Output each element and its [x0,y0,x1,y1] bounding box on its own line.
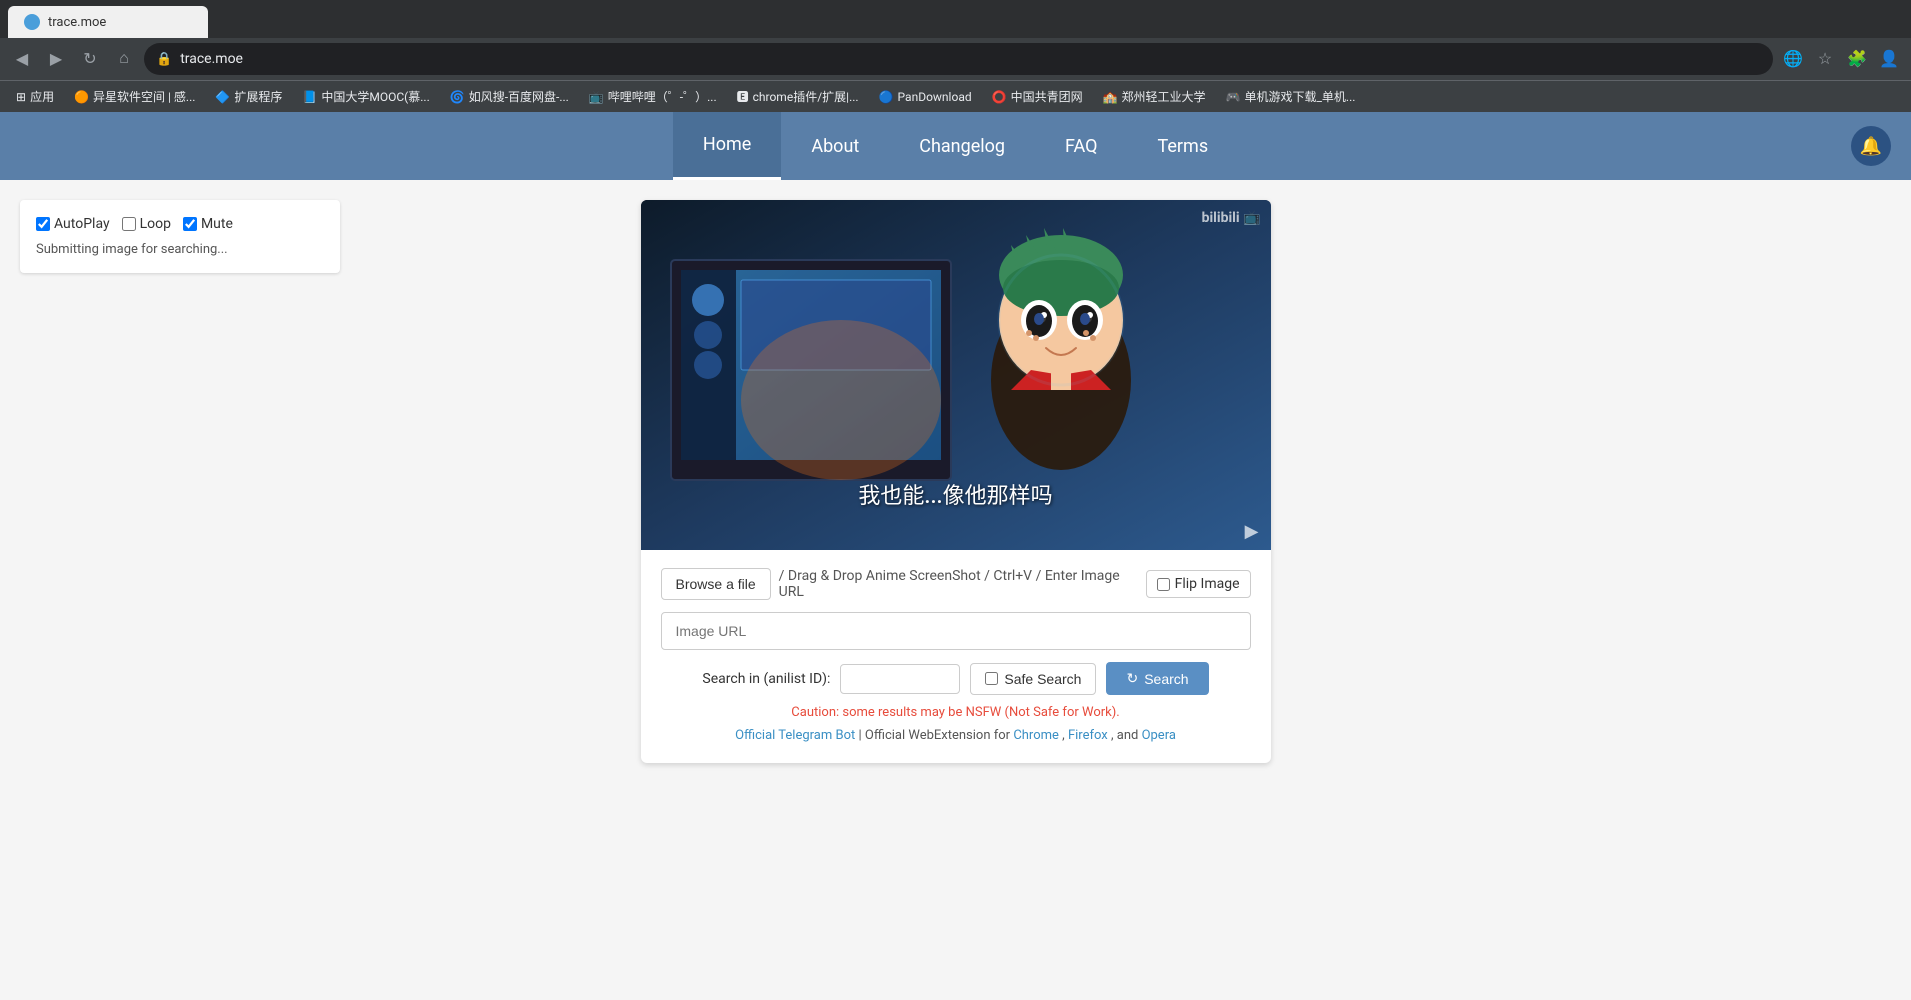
link-separator: | Official WebExtension for [859,728,1014,743]
sidebar-panel: AutoPlay Loop Mute Submitting image for … [20,200,340,273]
telegram-link[interactable]: Official Telegram Bot [735,728,858,743]
bookmark-icon-1: 🟠 [74,90,89,104]
mute-label[interactable]: Mute [183,216,233,232]
chrome-link[interactable]: Chrome [1013,728,1062,743]
drop-hint: / Drag & Drop Anime ScreenShot / Ctrl+V … [779,568,1138,600]
status-text: Submitting image for searching... [36,242,324,257]
bookmark-icon-5: 📺 [589,90,604,104]
active-tab[interactable]: trace.moe [8,6,208,38]
bookmark-star-icon[interactable]: ☆ [1811,45,1839,73]
links-row: Official Telegram Bot | Official WebExte… [661,728,1251,743]
bookmark-icon-4: 🌀 [450,90,465,104]
bookmarks-bar: ⊞ 应用 🟠 异星软件空间 | 感... 🔷 扩展程序 📘 中国大学MOOC(慕… [0,80,1911,112]
play-icon: ▶ [1245,521,1259,542]
comma-separator: , [1062,728,1065,743]
bookmark-6[interactable]: 🅴 chrome插件/扩展|... [729,86,867,107]
firefox-link[interactable]: Firefox [1068,728,1111,743]
toolbar-icons: 🌐 ☆ 🧩 👤 [1779,45,1903,73]
nav-about[interactable]: About [781,112,889,180]
nav-home[interactable]: Home [673,112,781,180]
bilibili-logo: bilibili 📺 [1202,210,1261,226]
browse-file-button[interactable]: Browse a file [661,568,771,600]
nav-changelog[interactable]: Changelog [889,112,1035,180]
image-url-input[interactable] [661,612,1251,650]
bookmark-icon-6: 🅴 [737,88,749,105]
tab-favicon [24,14,40,30]
url-text: trace.moe [180,51,243,67]
loop-checkbox[interactable] [122,217,136,231]
search-options-row: Search in (anilist ID): Safe Search ↻ Se… [661,662,1251,695]
safe-search-checkbox[interactable] [985,672,998,685]
translate-icon[interactable]: 🌐 [1779,45,1807,73]
profile-icon[interactable]: 👤 [1875,45,1903,73]
bookmark-icon-3: 📘 [302,90,317,104]
search-button[interactable]: ↻ Search [1106,662,1208,695]
flip-image-checkbox[interactable] [1157,578,1170,591]
tab-title: trace.moe [48,15,106,30]
nav-terms[interactable]: Terms [1128,112,1239,180]
bookmark-7[interactable]: 🔵 PanDownload [871,88,980,106]
bookmark-icon-2: 🔷 [215,90,230,104]
safe-search-button[interactable]: Safe Search [970,663,1096,695]
bookmark-8[interactable]: ⭕ 中国共青团网 [984,86,1091,107]
bookmark-9[interactable]: 🏫 郑州轻工业大学 [1095,86,1214,107]
lock-icon: 🔒 [156,52,172,67]
page-content: Home About Changelog FAQ Terms 🔔 AutoPla… [0,112,1911,1000]
bookmark-icon-9: 🏫 [1103,90,1118,104]
bookmark-4[interactable]: 🌀 如风搜-百度网盘-... [442,86,577,107]
autoplay-label[interactable]: AutoPlay [36,216,110,232]
video-controls-icon[interactable]: ▶ [1245,521,1259,542]
notification-button[interactable]: 🔔 [1851,126,1891,166]
bookmark-5[interactable]: 📺 哔哩哔哩（゜-゜）... [581,86,725,107]
caution-text: Caution: some results may be NSFW (Not S… [661,705,1251,720]
opera-link[interactable]: Opera [1142,728,1176,743]
main-area: AutoPlay Loop Mute Submitting image for … [0,180,1911,783]
forward-button[interactable]: ▶ [42,45,70,73]
bookmark-2[interactable]: 🔷 扩展程序 [207,86,290,107]
bookmark-icon-10: 🎮 [1226,90,1241,104]
apps-icon: ⊞ [16,90,26,104]
extensions-icon[interactable]: 🧩 [1843,45,1871,73]
home-button[interactable]: ⌂ [110,45,138,73]
search-in-label: Search in (anilist ID): [702,671,830,687]
address-bar[interactable]: 🔒 trace.moe [144,43,1773,75]
preview-area: bilibili 📺 我也能...像他那样吗 ▶ [641,200,1271,550]
reload-button[interactable]: ↻ [76,45,104,73]
bookmark-icon-8: ⭕ [992,90,1007,104]
loop-label[interactable]: Loop [122,216,171,232]
back-button[interactable]: ◀ [8,45,36,73]
bookmark-apps[interactable]: ⊞ 应用 [8,86,62,107]
bookmark-1[interactable]: 🟠 异星软件空间 | 感... [66,86,203,107]
browser-chrome: trace.moe ◀ ▶ ↻ ⌂ 🔒 trace.moe 🌐 ☆ 🧩 👤 ⊞ … [0,0,1911,112]
anilist-id-input[interactable] [840,664,960,694]
main-card: bilibili 📺 我也能...像他那样吗 ▶ Browse a file /… [641,200,1271,763]
search-spin-icon: ↻ [1126,670,1138,687]
tab-bar: trace.moe [0,0,1911,38]
bookmark-3[interactable]: 📘 中国大学MOOC(慕... [294,86,437,107]
search-form: Browse a file / Drag & Drop Anime Screen… [641,550,1271,763]
bookmark-icon-7: 🔵 [879,90,894,104]
video-subtitle: 我也能...像他那样吗 [858,478,1052,510]
options-row: AutoPlay Loop Mute [36,216,324,232]
file-row: Browse a file / Drag & Drop Anime Screen… [661,568,1251,600]
and-separator: , and [1111,728,1142,743]
bookmark-10[interactable]: 🎮 单机游戏下载_单机... [1218,86,1364,107]
autoplay-checkbox[interactable] [36,217,50,231]
mute-checkbox[interactable] [183,217,197,231]
site-nav: Home About Changelog FAQ Terms 🔔 [0,112,1911,180]
omnibox-bar: ◀ ▶ ↻ ⌂ 🔒 trace.moe 🌐 ☆ 🧩 👤 [0,38,1911,80]
bell-icon: 🔔 [1860,136,1882,157]
flip-image-label[interactable]: Flip Image [1146,570,1251,598]
nav-faq[interactable]: FAQ [1035,112,1127,180]
